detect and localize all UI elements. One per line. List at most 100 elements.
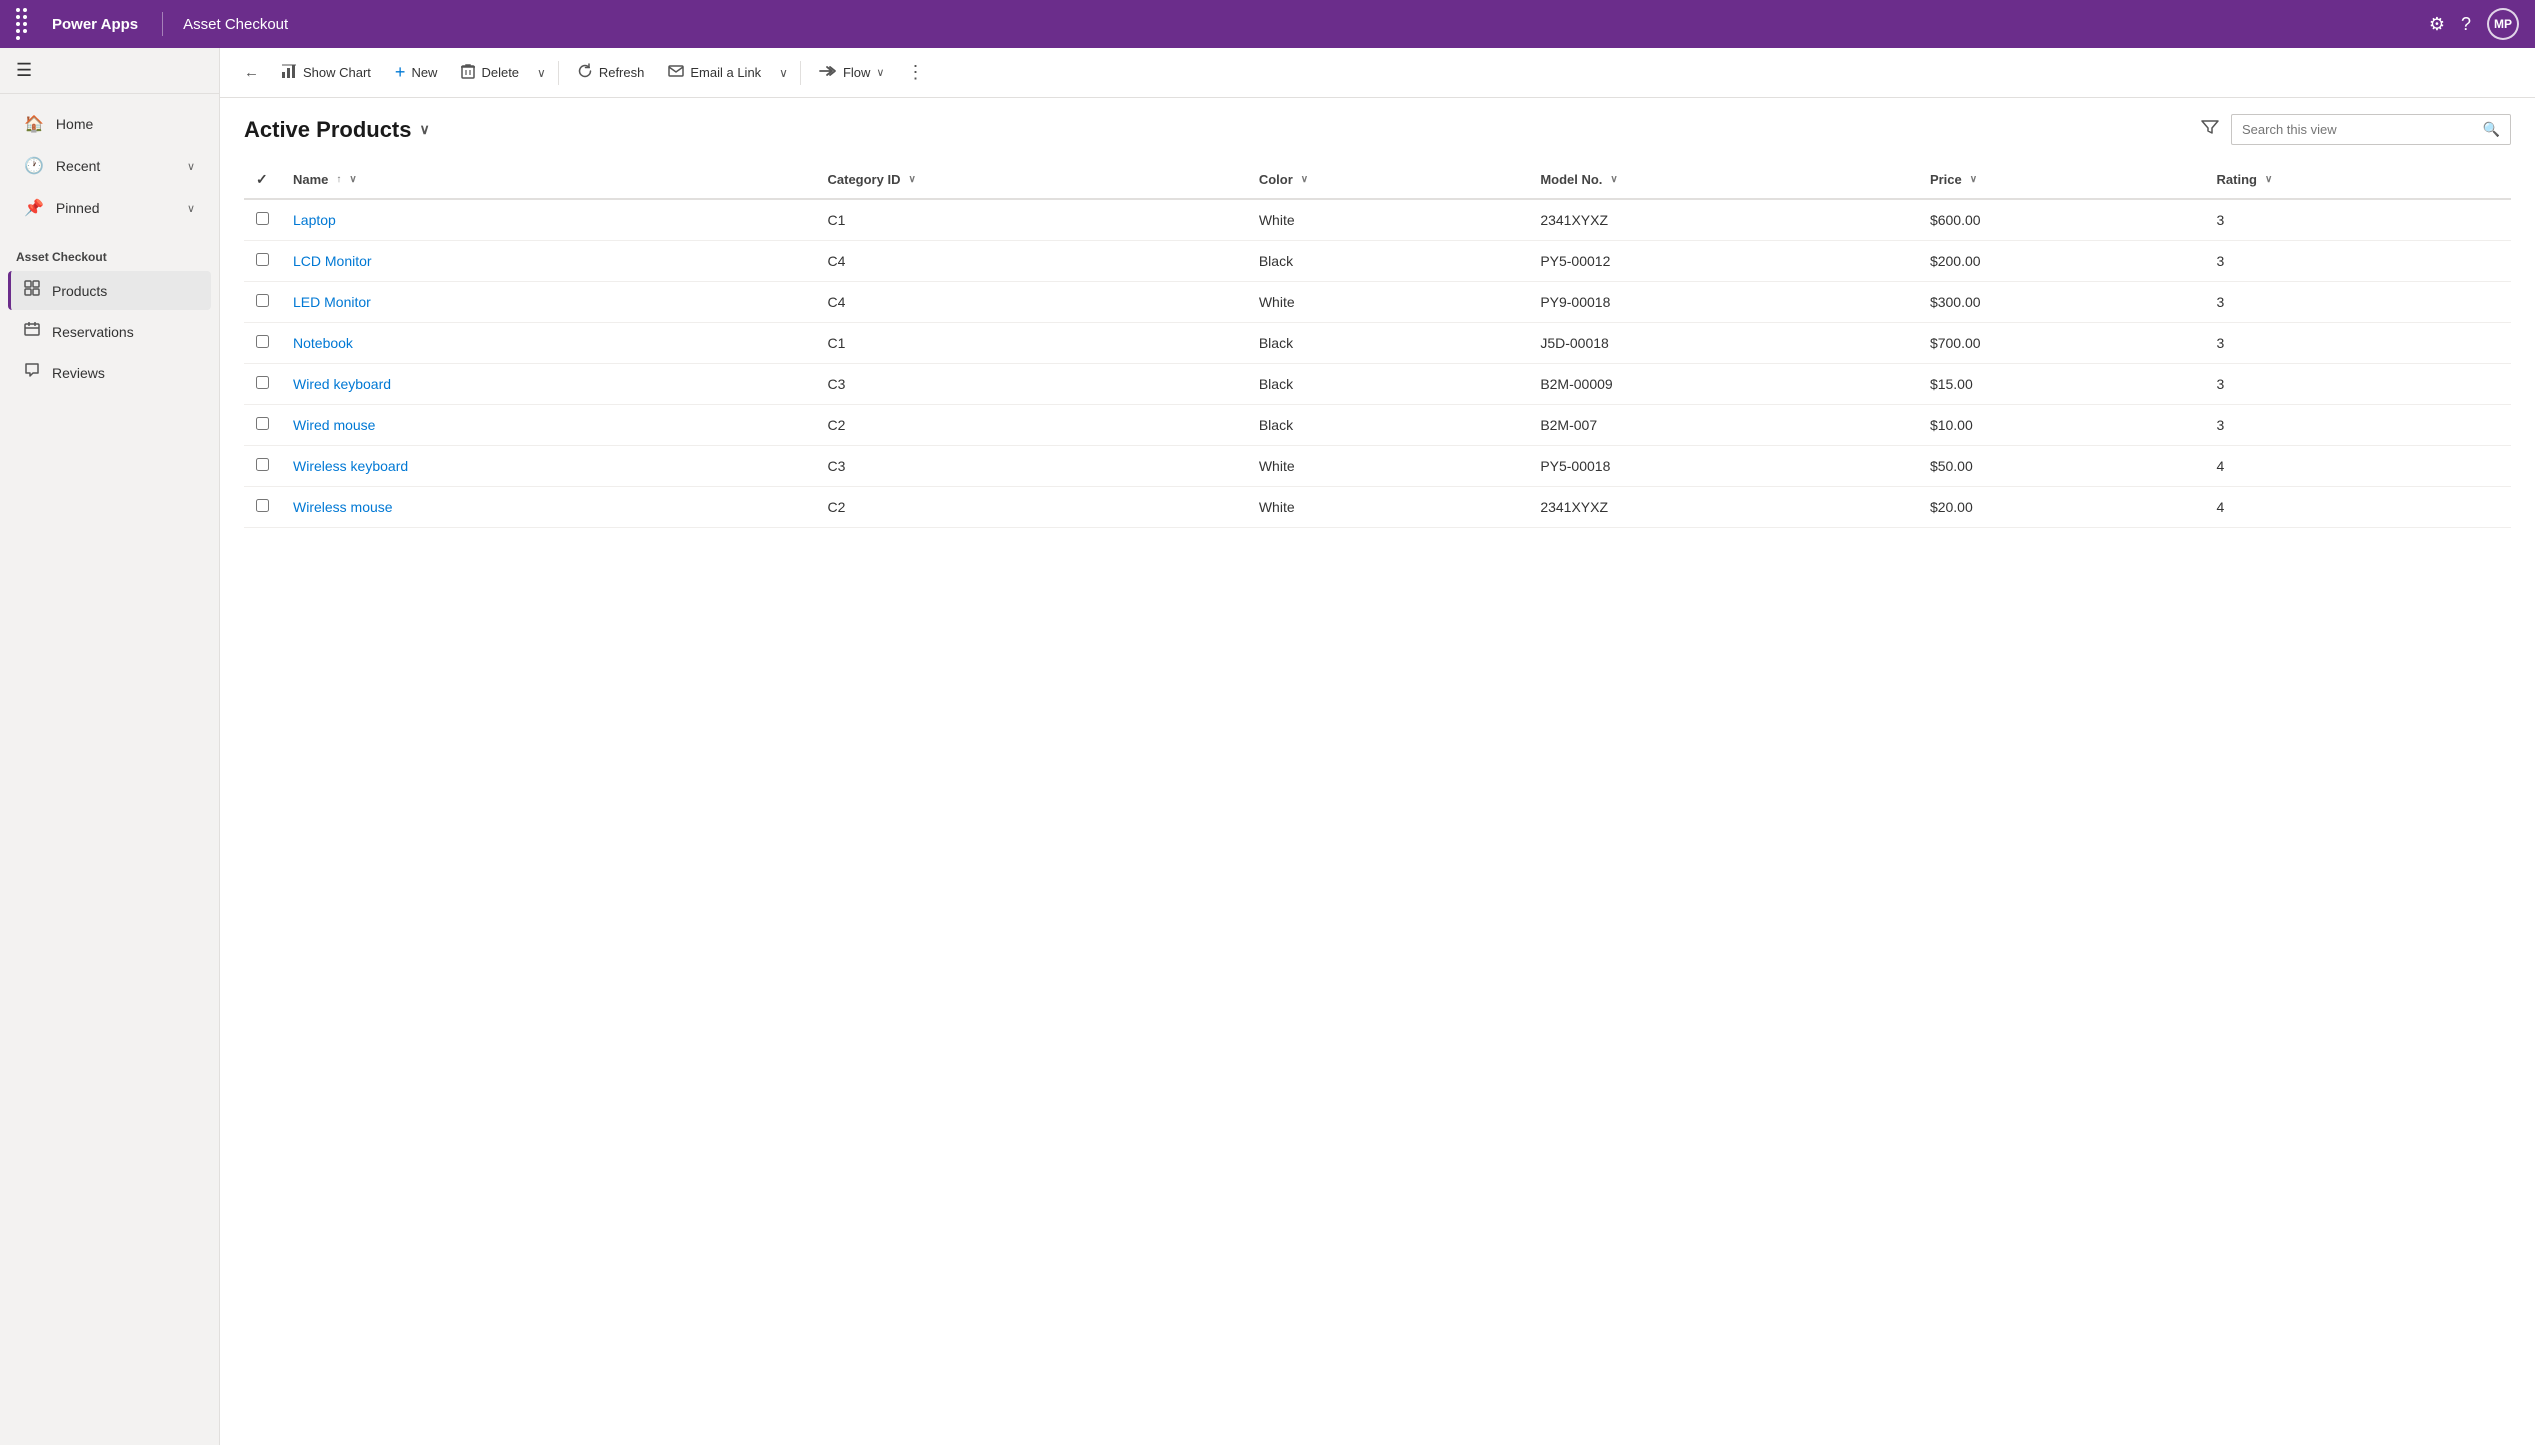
cell-model-5: B2M-007: [1528, 405, 1918, 446]
show-chart-button[interactable]: Show Chart: [271, 57, 381, 89]
table-row: LED Monitor C4 White PY9-00018 $300.00 3: [244, 282, 2511, 323]
top-bar-right: ⚙ ? MP: [2429, 8, 2519, 40]
more-button[interactable]: ⋮: [898, 56, 932, 89]
row-checkbox-7[interactable]: [244, 487, 281, 528]
row-checkbox-0[interactable]: [244, 199, 281, 241]
email-dropdown[interactable]: ∨: [775, 60, 792, 86]
sidebar: ☰ 🏠 Home 🕐 Recent ∨ 📌 Pinned ∨ Asset Che…: [0, 48, 220, 1445]
row-checkbox-1[interactable]: [244, 241, 281, 282]
link-name-6[interactable]: Wireless keyboard: [293, 458, 408, 474]
sidebar-item-reviews[interactable]: Reviews: [8, 353, 211, 392]
col-header-color[interactable]: Color ∨: [1247, 161, 1528, 199]
email-link-button[interactable]: Email a Link: [658, 58, 771, 87]
name-sort-dropdown[interactable]: ∨: [349, 174, 356, 185]
search-box: 🔍: [2231, 114, 2511, 145]
delete-button[interactable]: Delete: [451, 57, 529, 89]
search-input[interactable]: [2232, 116, 2473, 143]
select-all-header[interactable]: ✓: [244, 161, 281, 199]
top-bar: Power Apps Asset Checkout ⚙ ? MP: [0, 0, 2535, 48]
delete-icon: [461, 63, 475, 83]
price-sort-dropdown[interactable]: ∨: [1970, 174, 1977, 185]
products-icon: [24, 280, 40, 301]
sidebar-item-reservations[interactable]: Reservations: [8, 312, 211, 351]
link-name-0[interactable]: Laptop: [293, 212, 336, 228]
checkbox-5[interactable]: [256, 417, 269, 430]
sidebar-item-recent-label: Recent: [56, 158, 100, 174]
cell-model-1: PY5-00012: [1528, 241, 1918, 282]
checkbox-7[interactable]: [256, 499, 269, 512]
col-color-label: Color: [1259, 172, 1293, 187]
cell-rating-7: 4: [2205, 487, 2511, 528]
checkbox-2[interactable]: [256, 294, 269, 307]
color-sort-dropdown[interactable]: ∨: [1301, 174, 1308, 185]
main-layout: ☰ 🏠 Home 🕐 Recent ∨ 📌 Pinned ∨ Asset Che…: [0, 48, 2535, 1445]
filter-icon[interactable]: [2201, 119, 2219, 140]
view-title-dropdown[interactable]: ∨: [420, 121, 430, 138]
sidebar-item-recent[interactable]: 🕐 Recent ∨: [8, 146, 211, 186]
sidebar-item-pinned[interactable]: 📌 Pinned ∨: [8, 188, 211, 228]
cell-color-2: White: [1247, 282, 1528, 323]
cell-name-0: Laptop: [281, 199, 816, 241]
cell-price-0: $600.00: [1918, 199, 2205, 241]
col-header-rating[interactable]: Rating ∨: [2205, 161, 2511, 199]
row-checkbox-4[interactable]: [244, 364, 281, 405]
delete-dropdown[interactable]: ∨: [533, 60, 550, 86]
rating-sort-dropdown[interactable]: ∨: [2265, 174, 2272, 185]
row-checkbox-5[interactable]: [244, 405, 281, 446]
cell-name-3: Notebook: [281, 323, 816, 364]
flow-button[interactable]: Flow ∨: [809, 58, 895, 88]
avatar[interactable]: MP: [2487, 8, 2519, 40]
cell-rating-6: 4: [2205, 446, 2511, 487]
link-name-2[interactable]: LED Monitor: [293, 294, 371, 310]
table-row: Wireless keyboard C3 White PY5-00018 $50…: [244, 446, 2511, 487]
link-name-7[interactable]: Wireless mouse: [293, 499, 393, 515]
link-name-4[interactable]: Wired keyboard: [293, 376, 391, 392]
cell-color-5: Black: [1247, 405, 1528, 446]
refresh-button[interactable]: Refresh: [567, 57, 655, 89]
help-icon[interactable]: ?: [2461, 14, 2471, 35]
cell-color-1: Black: [1247, 241, 1528, 282]
link-name-5[interactable]: Wired mouse: [293, 417, 375, 433]
col-header-category[interactable]: Category ID ∨: [816, 161, 1247, 199]
checkbox-0[interactable]: [256, 212, 269, 225]
row-checkbox-6[interactable]: [244, 446, 281, 487]
grid-icon[interactable]: [16, 8, 32, 40]
sidebar-item-products-label: Products: [52, 283, 107, 299]
cell-price-7: $20.00: [1918, 487, 2205, 528]
checkbox-4[interactable]: [256, 376, 269, 389]
table-row: Notebook C1 Black J5D-00018 $700.00 3: [244, 323, 2511, 364]
category-sort-dropdown[interactable]: ∨: [908, 174, 915, 185]
sidebar-top: ☰: [0, 48, 219, 94]
checkbox-1[interactable]: [256, 253, 269, 266]
show-chart-label: Show Chart: [303, 65, 371, 80]
view-header: Active Products ∨ 🔍: [244, 114, 2511, 145]
sidebar-item-products[interactable]: Products: [8, 271, 211, 310]
checkbox-3[interactable]: [256, 335, 269, 348]
top-bar-divider: [162, 12, 163, 36]
model-sort-dropdown[interactable]: ∨: [1610, 174, 1617, 185]
link-name-3[interactable]: Notebook: [293, 335, 353, 351]
row-checkbox-2[interactable]: [244, 282, 281, 323]
cell-name-1: LCD Monitor: [281, 241, 816, 282]
cell-rating-0: 3: [2205, 199, 2511, 241]
cell-price-6: $50.00: [1918, 446, 2205, 487]
col-header-name[interactable]: Name ↑ ∨: [281, 161, 816, 199]
col-header-model[interactable]: Model No. ∨: [1528, 161, 1918, 199]
col-price-label: Price: [1930, 172, 1962, 187]
view-actions: 🔍: [2201, 114, 2511, 145]
row-checkbox-3[interactable]: [244, 323, 281, 364]
checkbox-6[interactable]: [256, 458, 269, 471]
back-button[interactable]: ←: [236, 58, 267, 87]
new-button[interactable]: + New: [385, 56, 448, 89]
settings-icon[interactable]: ⚙: [2429, 14, 2445, 35]
col-header-price[interactable]: Price ∨: [1918, 161, 2205, 199]
recent-icon: 🕐: [24, 156, 44, 176]
data-table: ✓ Name ↑ ∨ Category ID: [244, 161, 2511, 528]
table-row: Wired mouse C2 Black B2M-007 $10.00 3: [244, 405, 2511, 446]
sidebar-item-home[interactable]: 🏠 Home: [8, 104, 211, 144]
sidebar-section-title: Asset Checkout: [0, 238, 219, 270]
link-name-1[interactable]: LCD Monitor: [293, 253, 372, 269]
col-model-label: Model No.: [1540, 172, 1602, 187]
search-button[interactable]: 🔍: [2473, 115, 2510, 144]
hamburger-button[interactable]: ☰: [16, 60, 32, 80]
